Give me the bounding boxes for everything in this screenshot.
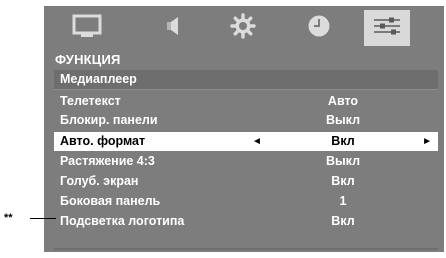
menu-bottom-bar (54, 248, 438, 250)
menu-item-blue-screen[interactable]: Голуб. экран Вкл (54, 172, 438, 191)
menu-title: ФУНКЦИЯ (55, 52, 121, 67)
menu-item-panel-lock[interactable]: Блокир. панели Выкл (54, 111, 438, 130)
menu-item-auto-format[interactable]: Авто. формат ◄ Вкл ► (54, 132, 438, 151)
menu-item-value: Выкл (325, 154, 361, 168)
menu-item-value: Выкл (325, 113, 361, 127)
menu-item-value: Авто (327, 94, 359, 108)
menu-item-side-panel[interactable]: Боковая панель 1 (54, 192, 438, 211)
menu-item-stretch-4-3[interactable]: Растяжение 4:3 Выкл (54, 152, 438, 171)
menu-item-value: Вкл (331, 214, 355, 228)
menu-item-value: ◄ Вкл ► (248, 132, 438, 151)
function-sliders-icon (372, 16, 402, 41)
tab-clock[interactable] (296, 10, 342, 46)
footnote-marker: ** (4, 212, 13, 224)
menu-item-value: 1 (339, 194, 347, 208)
settings-gear-icon (229, 12, 257, 45)
menu-item-label: Авто. формат (60, 134, 146, 148)
menu-item-logo-backlight[interactable]: Подсветка логотипа Вкл (54, 212, 438, 231)
menu-item-value: Вкл (331, 174, 355, 188)
tab-picture[interactable] (64, 10, 110, 46)
picture-icon (72, 14, 102, 43)
menu-tab-bar (44, 6, 444, 52)
menu-item-label: Боковая панель (60, 194, 161, 208)
tab-sound[interactable] (150, 10, 196, 46)
tab-settings[interactable] (220, 10, 266, 46)
divider (54, 89, 438, 90)
menu-item-label: Блокир. панели (60, 113, 158, 127)
menu-item-label: Медиаплеер (60, 72, 137, 86)
sound-icon (161, 14, 185, 43)
arrow-right-icon[interactable]: ► (422, 132, 432, 151)
menu-item-value-text: Вкл (331, 134, 355, 148)
menu-item-label: Растяжение 4:3 (60, 154, 155, 168)
menu-item-media-player[interactable]: Медиаплеер (54, 70, 438, 89)
menu-item-teletext[interactable]: Телетекст Авто (54, 92, 438, 111)
menu-item-label: Телетекст (60, 94, 121, 108)
clock-icon (306, 13, 332, 44)
menu-item-label: Голуб. экран (60, 174, 139, 188)
arrow-left-icon[interactable]: ◄ (252, 132, 262, 151)
footnote-leader-line (30, 218, 56, 219)
tab-function[interactable] (364, 10, 410, 46)
menu-item-label: Подсветка логотипа (60, 214, 185, 228)
osd-menu-panel: ФУНКЦИЯ Медиаплеер Телетекст Авто Блокир… (44, 6, 444, 252)
